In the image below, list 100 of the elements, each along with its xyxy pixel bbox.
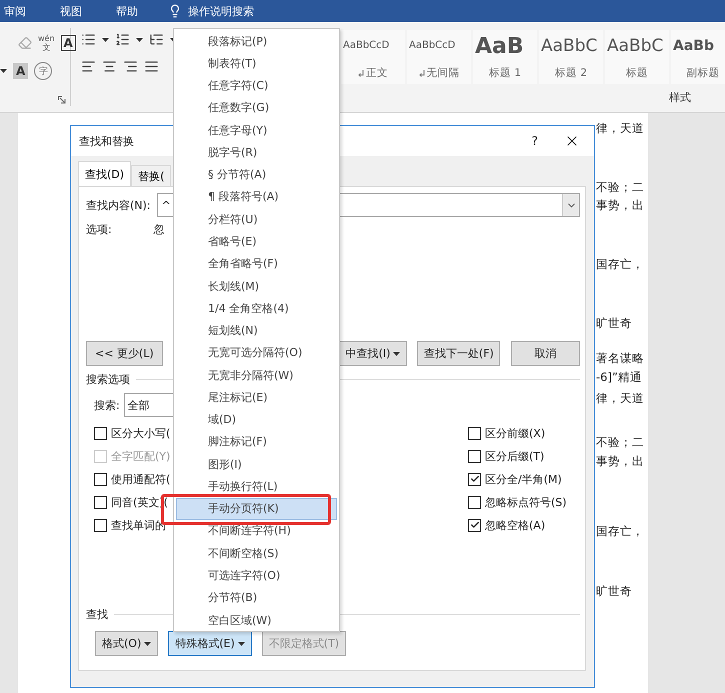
checkbox-option[interactable]: 忽略标点符号(S) <box>468 494 567 510</box>
menu-item[interactable]: 任意字符(C) <box>176 74 337 97</box>
menu-item[interactable]: 制表符(T) <box>176 52 337 75</box>
style-gallery-item[interactable]: AaBbCcD 无间隔 <box>407 30 471 84</box>
menu-item[interactable]: 尾注标记(E) <box>176 386 337 409</box>
document-text: 事势，出 <box>596 197 645 214</box>
enclose-character-icon[interactable]: 字 <box>34 62 52 80</box>
checkbox-option[interactable]: 区分前缀(X) <box>468 425 546 441</box>
dialog-button[interactable]: 中查找(I) <box>338 341 408 366</box>
caret-icon <box>238 642 245 646</box>
dialog-button[interactable]: 格式(O) <box>95 631 158 656</box>
search-label: 搜索: <box>94 398 120 412</box>
checkbox[interactable] <box>468 426 481 440</box>
dialog-launcher-icon[interactable] <box>58 96 66 104</box>
tell-me-search[interactable]: 操作说明搜索 <box>188 4 254 18</box>
help-button[interactable]: ? <box>532 134 538 148</box>
document-text: 国存亡， <box>596 256 645 273</box>
menu-item[interactable]: 长划线(M) <box>176 274 337 298</box>
checkbox[interactable] <box>468 518 481 532</box>
menu-item[interactable]: 图形(I) <box>176 453 337 476</box>
bullet-list-icon[interactable] <box>81 32 96 47</box>
checkbox[interactable] <box>94 472 107 486</box>
lightbulb-icon <box>168 4 182 18</box>
menu-item[interactable]: 可选连字符(O) <box>176 564 337 587</box>
justify-icon[interactable] <box>144 59 159 74</box>
menu-item[interactable]: 省略号(E) <box>176 230 337 253</box>
menu-item[interactable]: 手动换行符(L) <box>176 475 337 498</box>
checkbox-option[interactable]: 忽略空格(A) <box>468 517 546 533</box>
checkbox-option[interactable]: 区分后缀(T) <box>468 448 544 464</box>
field-label: 查找内容(N): <box>86 198 151 212</box>
menu-item[interactable]: 脚注标记(F) <box>176 430 337 454</box>
paragraph-mark-icon <box>358 70 364 76</box>
caret-icon <box>393 352 400 356</box>
dialog-title: 查找和替换 <box>79 134 135 148</box>
dialog-button[interactable]: << 更少(L) <box>86 341 163 366</box>
dialog-tab[interactable]: 查找(D) <box>78 161 132 187</box>
menu-item[interactable]: 1/4 全角空格(4) <box>176 297 337 320</box>
caret-icon <box>102 38 109 42</box>
document-text: 旷世奇 <box>596 315 633 332</box>
align-left-icon[interactable] <box>81 59 96 74</box>
checkbox-option[interactable]: 使用通配符( <box>94 471 170 487</box>
paragraph-mark-icon <box>418 70 424 76</box>
checkbox[interactable] <box>468 496 481 508</box>
checkbox[interactable] <box>94 518 107 532</box>
menu-item[interactable]: 脱字号(R) <box>176 141 337 164</box>
options-value: 忽 <box>154 222 165 237</box>
multilevel-list-icon[interactable] <box>149 32 164 47</box>
numbered-list-icon[interactable] <box>115 32 130 47</box>
checkbox[interactable] <box>468 472 481 486</box>
phonetic-guide-icon[interactable]: wén 文 <box>38 34 55 52</box>
ribbon-tab[interactable]: 审阅 <box>0 4 40 18</box>
character-shading-icon[interactable]: A <box>13 63 28 79</box>
section-heading: 查找 <box>86 607 108 622</box>
ribbon-tab[interactable]: 帮助 <box>112 4 152 18</box>
menu-item[interactable]: § 分节符(A) <box>176 164 337 186</box>
document-text: 不验；二 <box>596 179 645 196</box>
checkbox[interactable] <box>94 426 107 440</box>
menu-item[interactable]: 任意字母(Y) <box>176 119 337 142</box>
caret-icon <box>144 642 152 646</box>
document-text: 律，天道 <box>596 120 645 137</box>
style-gallery-item[interactable]: AaBb 副标题 <box>671 30 725 84</box>
style-gallery-item[interactable]: AaBbC 标题 2 <box>539 30 603 84</box>
align-right-icon[interactable] <box>123 59 138 74</box>
style-gallery-item[interactable]: AaB 标题 1 <box>473 30 537 84</box>
menu-item[interactable]: 空白区域(W) <box>176 608 337 632</box>
options-label: 选项: <box>86 222 112 237</box>
menu-item[interactable]: 手动分页符(K) <box>176 498 337 520</box>
style-gallery-item[interactable]: AaBbCcD 正文 <box>341 30 405 84</box>
style-gallery-item[interactable]: AaBbC 标题 <box>605 30 669 84</box>
dialog-button[interactable]: 特殊格式(E) <box>168 631 252 656</box>
document-text: 著名谋略 <box>596 350 645 367</box>
menu-item[interactable]: 段落标记(P) <box>176 30 337 52</box>
menu-item[interactable]: 不间断空格(S) <box>176 542 337 564</box>
align-center-icon[interactable] <box>102 59 117 74</box>
caret-icon <box>0 69 7 73</box>
dialog-button[interactable]: 取消 <box>511 341 580 366</box>
section-heading: 搜索选项 <box>86 372 130 387</box>
checkbox[interactable] <box>94 496 107 508</box>
document-text: 国存亡， <box>596 523 645 540</box>
menu-item[interactable]: 域(D) <box>176 408 337 431</box>
checkbox-option[interactable]: 区分全/半角(M) <box>468 471 562 487</box>
document-text: 旷世奇 <box>596 583 633 600</box>
document-text: 律，天道 <box>596 390 645 407</box>
menu-item[interactable]: 分节符(B) <box>176 586 337 609</box>
caret-icon <box>136 38 143 42</box>
dialog-button[interactable]: 查找下一处(F) <box>417 341 500 366</box>
document-text: -6]”精通 <box>596 369 643 386</box>
checkbox-option[interactable]: 区分大小写( <box>94 425 170 441</box>
character-border-icon[interactable]: A <box>60 35 76 51</box>
menu-item[interactable]: 任意数字(G) <box>176 96 337 120</box>
document-text: 不验；二 <box>596 434 645 451</box>
menu-item[interactable]: 无宽可选分隔符(O) <box>176 342 337 364</box>
menu-item[interactable]: 无宽非分隔符(W) <box>176 364 337 386</box>
menu-item[interactable]: 短划线(N) <box>176 319 337 342</box>
group-label: 样式 <box>669 90 691 105</box>
menu-item[interactable]: 全角省略号(F) <box>176 252 337 275</box>
checkbox[interactable] <box>468 450 481 462</box>
dialog-tab[interactable]: 替换( <box>131 165 172 187</box>
ribbon-tab[interactable]: 视图 <box>56 4 96 18</box>
document-text: 事势，出 <box>596 453 645 470</box>
